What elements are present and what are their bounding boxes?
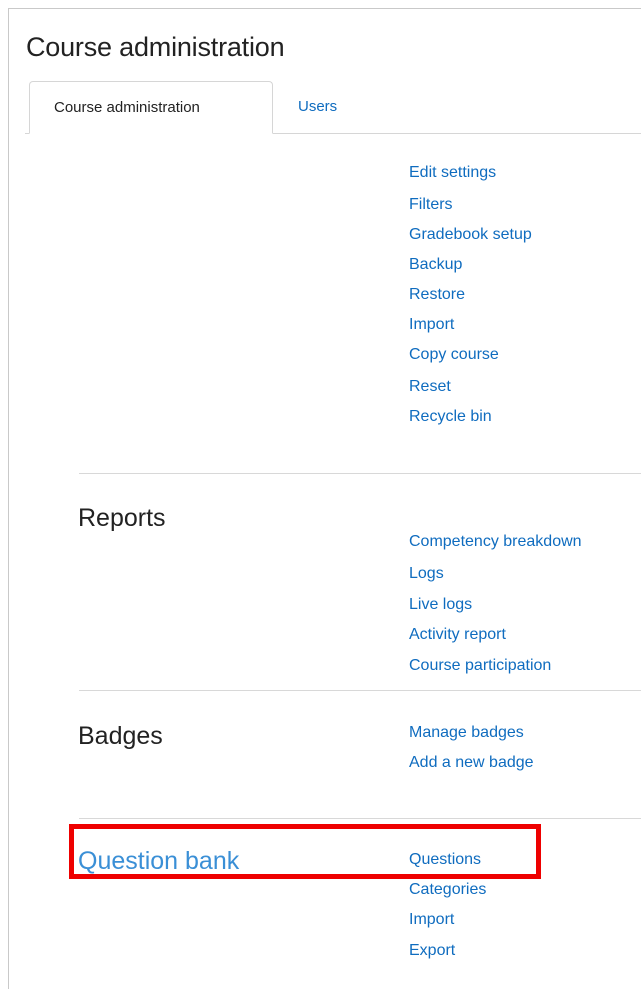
- highlight-box: [69, 824, 541, 879]
- link-restore[interactable]: Restore: [409, 285, 465, 305]
- link-course-participation[interactable]: Course participation: [409, 656, 551, 676]
- link-add-new-badge[interactable]: Add a new badge: [409, 753, 534, 773]
- link-reset[interactable]: Reset: [409, 377, 451, 397]
- page-title: Course administration: [26, 32, 285, 62]
- link-qbank-import[interactable]: Import: [409, 910, 454, 930]
- tab-course-administration[interactable]: Course administration: [29, 81, 273, 134]
- link-backup[interactable]: Backup: [409, 255, 462, 275]
- link-copy-course[interactable]: Copy course: [409, 345, 499, 365]
- section-divider: [79, 690, 641, 691]
- link-recycle-bin[interactable]: Recycle bin: [409, 407, 492, 427]
- tab-users[interactable]: Users: [298, 81, 337, 133]
- link-manage-badges[interactable]: Manage badges: [409, 723, 524, 743]
- section-divider: [79, 473, 641, 474]
- link-filters[interactable]: Filters: [409, 195, 453, 215]
- link-live-logs[interactable]: Live logs: [409, 595, 472, 615]
- section-title-reports: Reports: [78, 504, 166, 532]
- link-categories[interactable]: Categories: [409, 880, 486, 900]
- link-edit-settings[interactable]: Edit settings: [409, 163, 496, 183]
- section-divider: [79, 818, 641, 819]
- link-export[interactable]: Export: [409, 941, 455, 961]
- link-gradebook-setup[interactable]: Gradebook setup: [409, 225, 532, 245]
- link-activity-report[interactable]: Activity report: [409, 625, 506, 645]
- section-title-badges: Badges: [78, 722, 163, 750]
- link-import[interactable]: Import: [409, 315, 454, 335]
- link-logs[interactable]: Logs: [409, 564, 444, 584]
- link-competency-breakdown[interactable]: Competency breakdown: [409, 532, 582, 552]
